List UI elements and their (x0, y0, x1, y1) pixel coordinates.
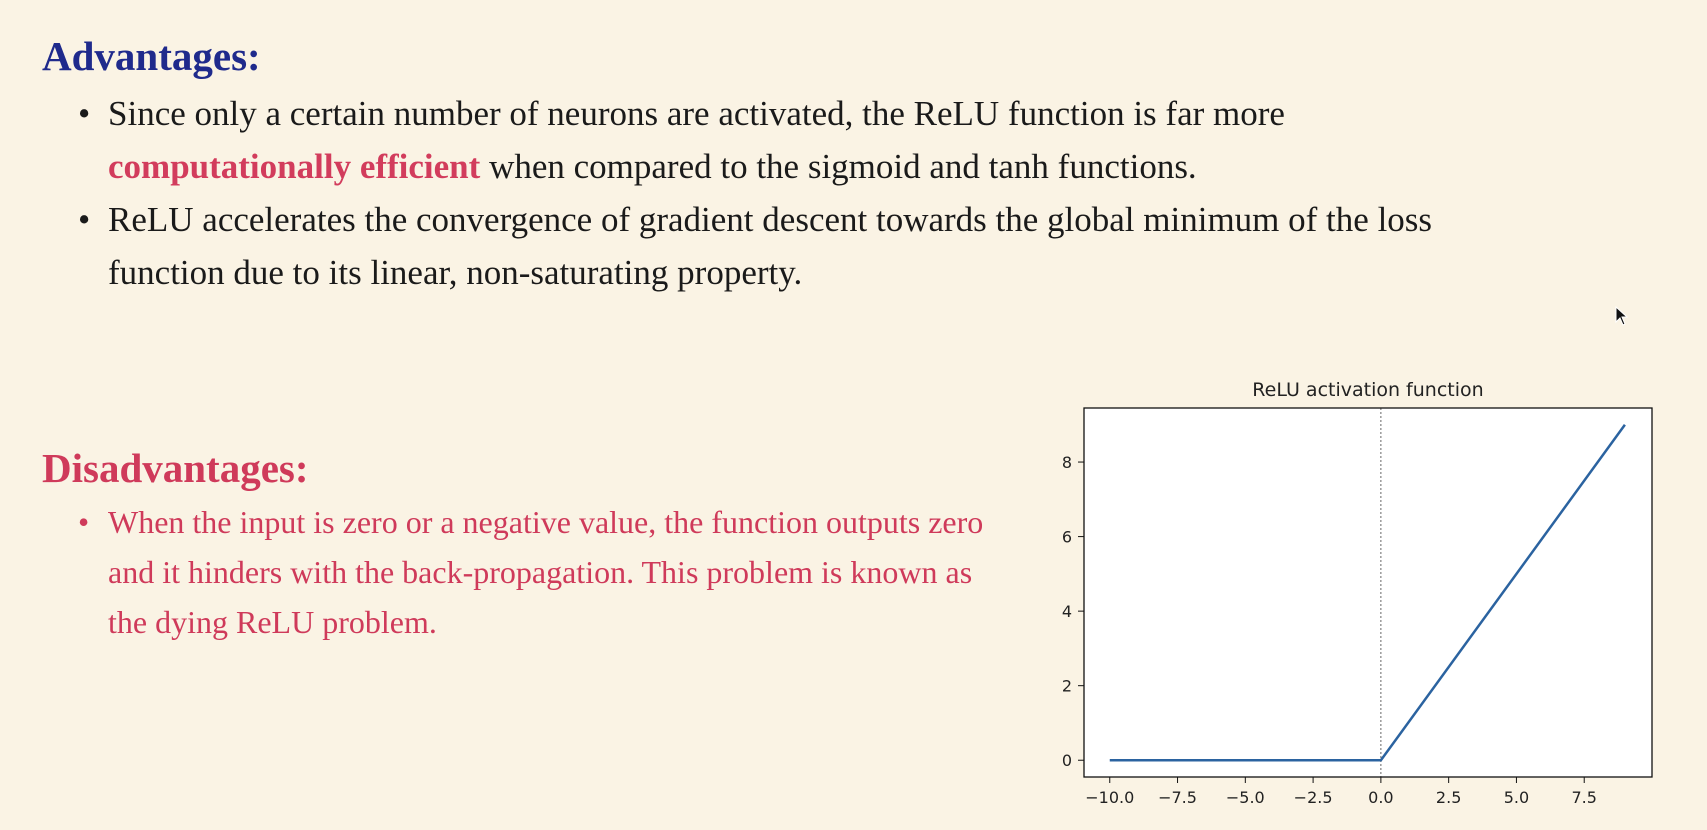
advantage-item-1: Since only a certain number of neurons a… (78, 87, 1508, 193)
plot-background (1084, 408, 1652, 777)
x-tick-label: −7.5 (1158, 788, 1197, 807)
x-tick-label: 0.0 (1368, 788, 1393, 807)
advantage-1-text-end: when compared to the sigmoid and tanh fu… (480, 147, 1197, 186)
y-tick-label: 4 (1062, 602, 1072, 621)
x-tick-label: −10.0 (1085, 788, 1134, 807)
disadvantages-list: When the input is zero or a negative val… (78, 497, 988, 647)
advantages-heading: Advantages: (42, 33, 261, 79)
advantage-1-text: Since only a certain number of neurons a… (108, 94, 1285, 133)
x-tick-label: −5.0 (1226, 788, 1265, 807)
disadvantage-1-text: When the input is zero or a negative val… (108, 504, 984, 640)
y-tick-label: 8 (1062, 453, 1072, 472)
x-tick-label: −2.5 (1294, 788, 1333, 807)
x-tick-label: 7.5 (1571, 788, 1596, 807)
x-tick-label: 2.5 (1436, 788, 1461, 807)
disadvantages-heading: Disadvantages: (42, 445, 309, 491)
x-tick-label: 5.0 (1504, 788, 1529, 807)
y-tick-label: 2 (1062, 677, 1072, 696)
disadvantage-item-1: When the input is zero or a negative val… (78, 497, 988, 647)
relu-chart: ReLU activation function −10.0 −7.5 −5.0 −2… (1030, 370, 1670, 810)
advantage-1-highlight: computationally efficient (108, 147, 481, 186)
y-tick-label: 6 (1062, 528, 1072, 547)
y-tick-label: 0 (1062, 751, 1072, 770)
mouse-cursor-icon (1615, 306, 1629, 326)
plot-area: −10.0 −7.5 −5.0 −2.5 0.0 2.5 5.0 7.5 0 2 4 6 8 (1062, 407, 1653, 807)
advantage-2-text: ReLU accelerates the convergence of grad… (108, 200, 1433, 292)
advantages-list: Since only a certain number of neurons a… (78, 87, 1508, 299)
advantage-item-2: ReLU accelerates the convergence of grad… (78, 193, 1508, 299)
chart-title: ReLU activation function (1252, 379, 1483, 401)
